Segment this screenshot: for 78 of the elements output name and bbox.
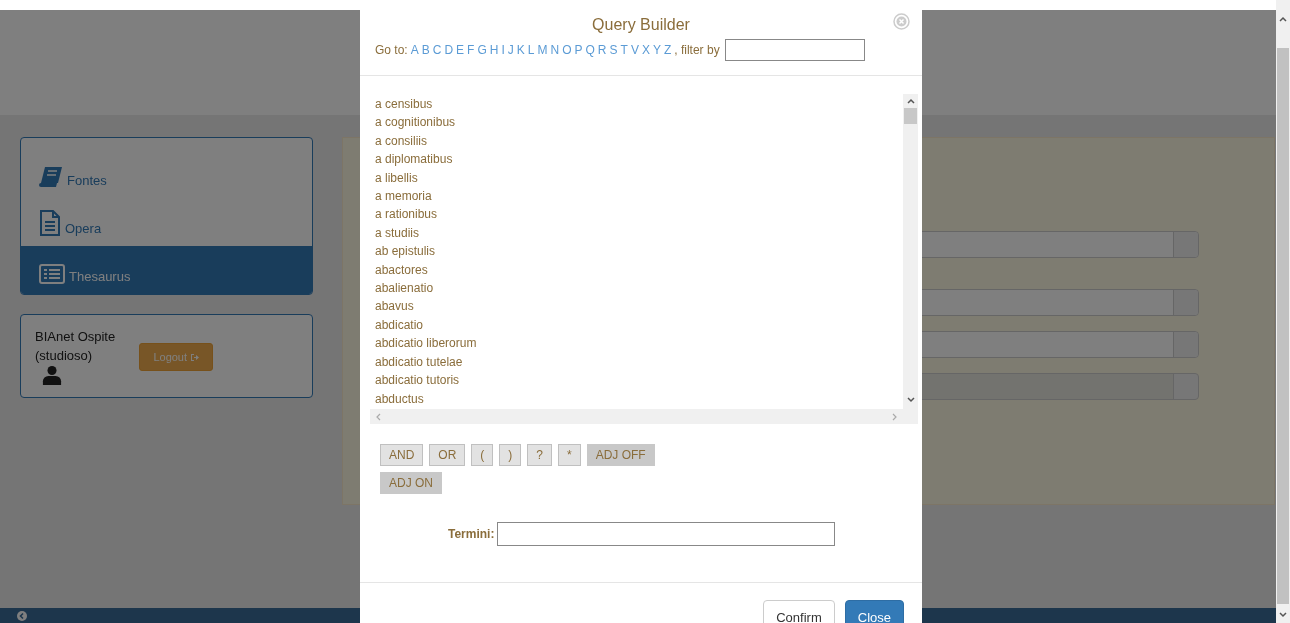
scroll-right-icon[interactable] xyxy=(891,411,899,422)
letter-link[interactable]: Y xyxy=(652,43,661,57)
close-button[interactable]: Close xyxy=(844,600,904,623)
page-scrollbar[interactable] xyxy=(1276,0,1290,623)
letter-link[interactable]: L xyxy=(527,43,535,57)
letter-link[interactable]: R xyxy=(597,43,607,57)
term-item[interactable]: abalienatio xyxy=(375,279,903,298)
list-icon xyxy=(39,264,65,284)
operator-button[interactable]: ? xyxy=(527,444,553,466)
term-item[interactable]: a memoria xyxy=(375,187,903,206)
scrollbar-thumb[interactable] xyxy=(1277,48,1289,604)
term-item[interactable]: abdicatio xyxy=(375,315,903,335)
term-item[interactable]: a cognitionibus xyxy=(375,113,903,132)
letter-link[interactable]: P xyxy=(574,43,583,57)
confirm-button[interactable]: Confirm xyxy=(763,600,835,623)
filter-label: , filter by xyxy=(674,43,720,57)
letter-link[interactable]: N xyxy=(550,43,560,57)
user-icon xyxy=(41,365,63,385)
term-item[interactable]: abdicatio liberorum xyxy=(375,334,903,353)
term-item[interactable]: abdicatio tutoris xyxy=(375,371,903,390)
letter-link[interactable]: D xyxy=(444,43,454,57)
letter-link[interactable]: Q xyxy=(585,43,595,57)
operator-button[interactable]: OR xyxy=(429,444,466,466)
sidebar-item[interactable]: Thesaurus xyxy=(21,246,312,294)
term-item[interactable]: a consiliis xyxy=(375,131,903,151)
sign-out-icon xyxy=(190,352,200,362)
operator-button[interactable]: * xyxy=(558,444,581,466)
logout-button[interactable]: Logout xyxy=(139,343,214,371)
letter-link[interactable]: O xyxy=(562,43,572,57)
scroll-up-icon[interactable] xyxy=(1278,14,1288,24)
scroll-left-icon[interactable] xyxy=(374,411,382,422)
user-role: (studioso) xyxy=(35,347,94,365)
term-item[interactable]: abactores xyxy=(375,260,903,280)
letter-link[interactable]: C xyxy=(432,43,442,57)
term-item[interactable]: a studiis xyxy=(375,223,903,243)
letter-link[interactable]: J xyxy=(507,43,514,57)
letter-link[interactable]: H xyxy=(489,43,499,57)
goto-label: Go to: xyxy=(375,43,408,57)
letter-link[interactable]: F xyxy=(467,43,475,57)
termini-input[interactable] xyxy=(497,522,836,546)
term-item[interactable]: ab epistulis xyxy=(375,242,903,261)
letter-link[interactable]: I xyxy=(501,43,505,57)
term-item[interactable]: a diplomatibus xyxy=(375,150,903,169)
sidebar-item[interactable]: Fontes xyxy=(21,150,312,198)
operator-button[interactable]: ) xyxy=(499,444,522,466)
letter-link[interactable]: G xyxy=(477,43,487,57)
letter-link[interactable]: V xyxy=(630,43,639,57)
term-item[interactable]: a libellis xyxy=(375,168,903,188)
sidebar-item[interactable]: Opera xyxy=(21,198,312,246)
letter-link[interactable]: B xyxy=(421,43,430,57)
letter-link[interactable]: A xyxy=(410,43,419,57)
letter-link[interactable]: S xyxy=(609,43,618,57)
filter-input[interactable] xyxy=(724,39,865,61)
dialog-title: Query Builder xyxy=(592,15,690,35)
term-item[interactable]: abductus xyxy=(375,389,903,408)
letter-link[interactable]: M xyxy=(537,43,548,57)
letter-link[interactable]: E xyxy=(456,43,465,57)
scroll-down-icon[interactable] xyxy=(905,395,916,405)
scroll-down-icon[interactable] xyxy=(1278,610,1288,620)
operator-button[interactable]: ADJ OFF xyxy=(586,444,655,466)
scrollbar-thumb[interactable] xyxy=(904,108,917,124)
book-icon xyxy=(39,166,63,188)
operator-button[interactable]: ADJ ON xyxy=(380,472,442,494)
operator-button[interactable]: ( xyxy=(471,444,494,466)
letter-link[interactable]: X xyxy=(641,43,650,57)
term-item[interactable]: abdicatio tutelae xyxy=(375,352,903,372)
term-item[interactable]: a rationibus xyxy=(375,205,903,224)
chevron-left-icon[interactable] xyxy=(17,610,27,621)
scroll-up-icon[interactable] xyxy=(905,96,916,106)
letter-link[interactable]: Z xyxy=(663,43,672,57)
letter-link[interactable]: T xyxy=(620,43,628,57)
termini-label: Termini: xyxy=(448,527,495,541)
document-icon xyxy=(39,210,61,236)
term-item[interactable]: abavus xyxy=(375,297,903,316)
operator-button[interactable]: AND xyxy=(380,444,424,466)
user-name: BIAnet Ospite xyxy=(35,328,116,346)
term-item[interactable]: a censibus xyxy=(375,95,903,114)
letter-link[interactable]: K xyxy=(516,43,525,57)
